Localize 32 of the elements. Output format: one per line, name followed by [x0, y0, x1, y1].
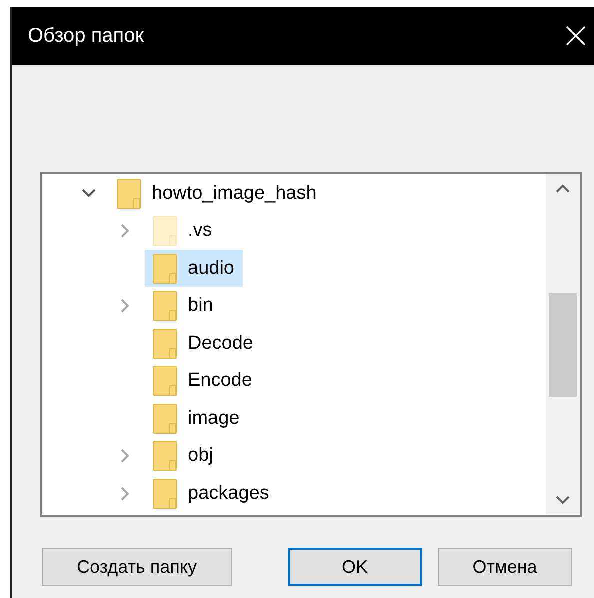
scrollbar[interactable] [546, 174, 580, 515]
tree-item[interactable]: audio [145, 250, 242, 288]
tree-item[interactable]: .vs [145, 212, 220, 250]
folder-icon [153, 291, 177, 322]
folder-icon [153, 216, 177, 246]
folder-icon [117, 178, 141, 209]
tree-item[interactable]: image [145, 400, 248, 438]
window-title: Обзор папок [28, 24, 144, 49]
tree-item[interactable]: bin [145, 288, 222, 325]
folder-icon [153, 366, 177, 396]
chevron-down-icon[interactable] [82, 189, 96, 198]
dialog-button[interactable]: Отмена [438, 548, 572, 586]
folder-icon [153, 441, 177, 472]
scroll-down-icon[interactable] [556, 496, 570, 505]
tree-item[interactable]: Decode [145, 325, 262, 362]
chevron-right-icon[interactable] [120, 224, 130, 238]
folder-icon [153, 328, 177, 359]
chevron-right-icon[interactable] [120, 299, 130, 314]
chevron-right-icon[interactable] [120, 486, 130, 501]
tree-item[interactable]: Encode [145, 362, 260, 400]
tree-item[interactable]: howto_image_hash [109, 175, 325, 212]
tree-item[interactable]: obj [145, 438, 222, 475]
folder-icon [153, 404, 177, 434]
dialog-button[interactable]: OK [288, 548, 422, 586]
scroll-up-icon[interactable] [556, 184, 570, 193]
folder-icon [153, 478, 177, 509]
scrollbar-thumb[interactable] [549, 292, 577, 396]
close-icon[interactable] [566, 26, 586, 46]
chevron-right-icon[interactable] [120, 449, 130, 464]
tree-item[interactable]: packages [145, 475, 278, 512]
folder-icon [153, 254, 177, 284]
dialog-button[interactable]: Создать папку [42, 548, 232, 586]
